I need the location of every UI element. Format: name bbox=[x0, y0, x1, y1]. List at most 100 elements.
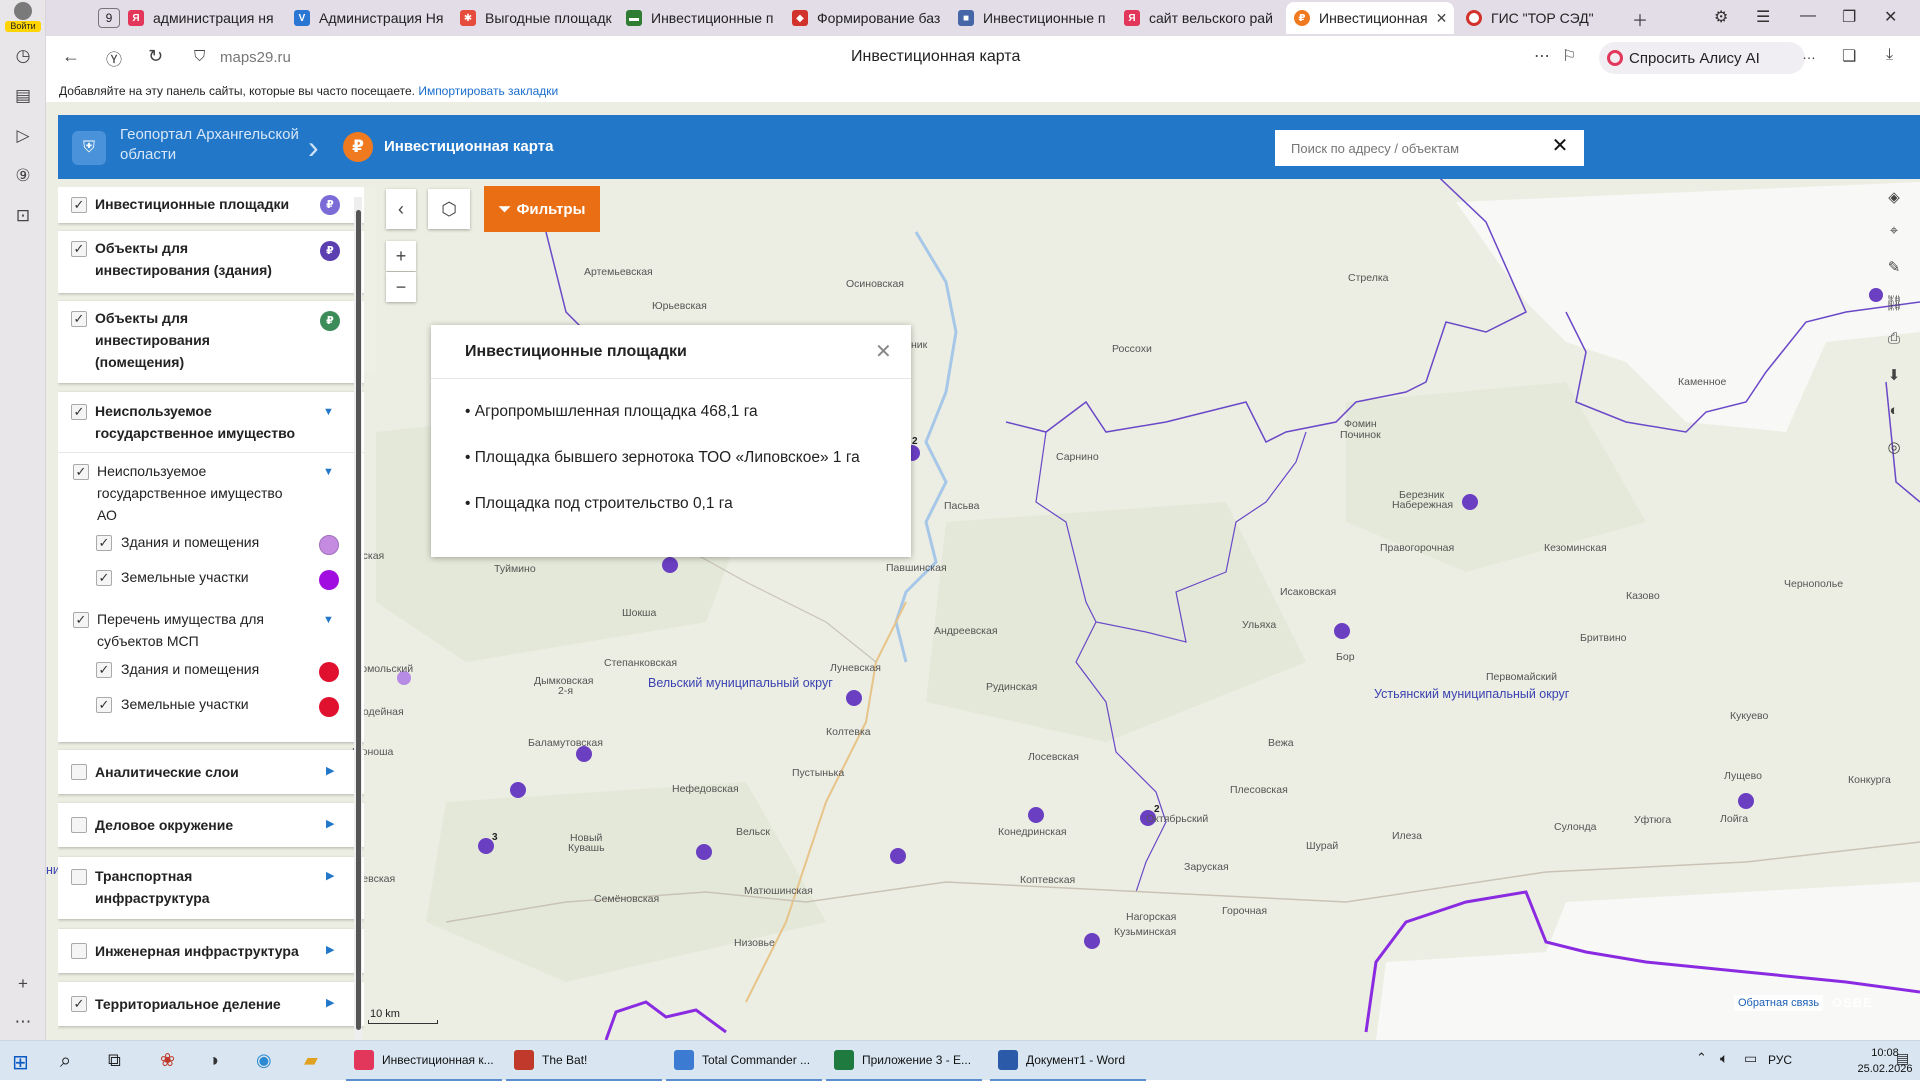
volume-icon[interactable]: 🔈︎ bbox=[1720, 1050, 1742, 1072]
collapse-panel-button[interactable]: ‹ bbox=[386, 189, 416, 229]
screenshot-icon[interactable]: ⊡ bbox=[11, 204, 35, 228]
layer-card[interactable]: ✓ Объекты для инвестирования (здания) ₽ bbox=[58, 231, 364, 293]
popup-item[interactable]: • Площадка под строительство 0,1 га bbox=[465, 495, 733, 513]
print-icon[interactable]: ⎙ bbox=[1884, 330, 1904, 350]
tab-7[interactable]: Ясайт вельского рай bbox=[1116, 2, 1280, 34]
tab-5[interactable]: ◆ Формирование баз bbox=[784, 2, 948, 34]
layer-card[interactable]: ✓ Территориальное деление ▶ bbox=[58, 982, 364, 1026]
layer-checkbox[interactable] bbox=[71, 943, 87, 959]
layer-card[interactable]: Транспортная инфраструктура ▶ bbox=[58, 857, 364, 919]
search-icon[interactable]: ⌕ bbox=[60, 1050, 82, 1072]
layer-card[interactable]: Аналитические слои ▶ bbox=[58, 750, 364, 794]
add-panel-icon[interactable]: + bbox=[11, 972, 35, 996]
layer-checkbox[interactable]: ✓ bbox=[71, 311, 87, 327]
app-icon[interactable]: ❀ bbox=[160, 1050, 182, 1072]
layer-card[interactable]: ✓ Объекты для инвестирования (помещения)… bbox=[58, 301, 364, 383]
task-view-icon[interactable]: ⧉ bbox=[108, 1050, 130, 1072]
tab-6[interactable]: ■ Инвестиционные п bbox=[950, 2, 1114, 34]
layer-checkbox[interactable]: ✓ bbox=[71, 404, 87, 420]
popup-item[interactable]: • Агропромышленная площадка 468,1 га bbox=[465, 403, 758, 421]
bookmark-icon[interactable]: ⚐ bbox=[1562, 46, 1576, 66]
windows-start-icon[interactable]: ⊞ bbox=[12, 1050, 34, 1074]
link-icon[interactable]: ⛓ bbox=[1884, 294, 1904, 314]
notifications-icon[interactable]: ▤ bbox=[1896, 1050, 1918, 1072]
chevron-right-icon[interactable]: ▶ bbox=[326, 943, 334, 956]
layer-checkbox[interactable] bbox=[71, 817, 87, 833]
layers-scroll-thumb[interactable] bbox=[356, 210, 361, 1030]
layers-icon[interactable]: ◈ bbox=[1884, 188, 1904, 208]
taskbar-app[interactable]: Total Commander ... bbox=[666, 1041, 822, 1081]
ruler-icon[interactable]: ✎ bbox=[1884, 258, 1904, 278]
chevron-up-icon[interactable]: ⌃ bbox=[1696, 1050, 1718, 1072]
ask-alice-button[interactable]: Спросить Алису AI bbox=[1599, 42, 1805, 74]
download-icon[interactable]: ⬇ bbox=[1884, 366, 1904, 386]
chevron-down-icon[interactable]: ▼ bbox=[323, 406, 334, 418]
taskbar-app[interactable]: Приложение 3 - E... bbox=[826, 1041, 982, 1081]
chevron-right-icon[interactable]: ▶ bbox=[326, 996, 334, 1009]
close-icon[interactable]: ✕ bbox=[875, 339, 892, 364]
chevron-down-icon[interactable]: ▼ bbox=[323, 614, 334, 626]
more-options-icon[interactable]: ⋯ bbox=[1534, 46, 1550, 66]
tab-8-active[interactable]: ₽ Инвестиционная ✕ bbox=[1286, 2, 1454, 34]
feedback-link[interactable]: Обратная связь bbox=[1734, 995, 1824, 1011]
search-input[interactable] bbox=[1275, 130, 1584, 166]
tab-count-button[interactable]: 9 bbox=[98, 8, 120, 28]
downloads-icon[interactable]: ⤓ bbox=[1886, 46, 1893, 64]
zoom-in-button[interactable]: + bbox=[386, 241, 416, 271]
filters-button[interactable]: ⏷ Фильтры bbox=[484, 186, 600, 232]
taskbar-app[interactable]: Документ1 - Word bbox=[990, 1041, 1146, 1081]
layer-card[interactable]: Деловое окружение ▶ bbox=[58, 803, 364, 847]
section-title[interactable]: Инвестиционная карта bbox=[384, 138, 553, 155]
location-pin-icon[interactable]: ⌖ bbox=[1884, 222, 1904, 242]
tabs-group-icon[interactable]: ⑨ bbox=[11, 164, 35, 188]
layer-checkbox[interactable]: ✓ bbox=[71, 241, 87, 257]
video-icon[interactable]: ▷ bbox=[11, 124, 35, 148]
geolocation-icon[interactable]: ◎ bbox=[1884, 438, 1904, 458]
popup-item[interactable]: • Площадка бывшего зернотока ТОО «Липовс… bbox=[465, 449, 860, 467]
new-tab-icon[interactable]: ＋ bbox=[1632, 7, 1648, 31]
browser-icon[interactable]: ◑ bbox=[208, 1050, 230, 1072]
notes-icon[interactable]: ▤ bbox=[11, 84, 35, 108]
layer-card[interactable]: ✓ Инвестиционные площадки ₽ bbox=[58, 187, 364, 223]
chevron-right-icon[interactable]: ▶ bbox=[326, 869, 334, 882]
layer-checkbox[interactable]: ✓ bbox=[73, 464, 89, 480]
language-indicator[interactable]: РУС bbox=[1768, 1053, 1792, 1067]
tab-9[interactable]: ГИС "ТОР СЭД" bbox=[1458, 2, 1658, 34]
layer-card[interactable]: Инженерная инфраструктура ▶ bbox=[58, 929, 364, 973]
layer-checkbox[interactable] bbox=[71, 764, 87, 780]
more-icon[interactable]: ⋯ bbox=[11, 1010, 35, 1034]
palette-icon[interactable]: ◐ bbox=[1884, 402, 1904, 422]
layer-checkbox[interactable]: ✓ bbox=[96, 697, 112, 713]
edge-icon[interactable]: ◉ bbox=[256, 1050, 278, 1072]
extensions-icon[interactable]: ⚙ bbox=[1714, 7, 1728, 27]
import-bookmarks-link[interactable]: Импортировать закладки bbox=[418, 84, 558, 98]
menu-icon[interactable]: ☰ bbox=[1756, 7, 1770, 27]
more-icon[interactable]: … bbox=[1802, 46, 1816, 62]
history-icon[interactable]: ◷ bbox=[11, 44, 35, 68]
portal-title[interactable]: Геопортал Архангельской области bbox=[120, 125, 320, 165]
close-window-icon[interactable]: ✕ bbox=[1884, 7, 1897, 27]
layer-checkbox[interactable]: ✓ bbox=[96, 535, 112, 551]
collections-icon[interactable]: ❏ bbox=[1842, 46, 1856, 66]
back-icon[interactable]: ← bbox=[62, 46, 80, 67]
close-tab-icon[interactable]: ✕ bbox=[1436, 10, 1448, 27]
chevron-right-icon[interactable]: ▶ bbox=[326, 764, 334, 777]
layer-checkbox[interactable]: ✓ bbox=[96, 662, 112, 678]
tab-3[interactable]: ✱ Выгодные площадк bbox=[452, 2, 616, 34]
zoom-out-button[interactable]: − bbox=[386, 272, 416, 302]
url-field[interactable]: maps29.ru bbox=[220, 49, 291, 66]
tab-2[interactable]: V Администрация Ня bbox=[286, 2, 450, 34]
taskbar-app[interactable]: Инвестиционная к... bbox=[346, 1041, 502, 1081]
layer-checkbox[interactable] bbox=[71, 869, 87, 885]
layer-checkbox[interactable]: ✓ bbox=[73, 612, 89, 628]
chevron-down-icon[interactable]: ▼ bbox=[323, 466, 334, 478]
layer-checkbox[interactable]: ✓ bbox=[71, 197, 87, 213]
login-button[interactable]: Войти bbox=[5, 2, 41, 34]
yandex-logo-icon[interactable]: Ⓨ bbox=[106, 46, 122, 70]
network-icon[interactable]: ▭ bbox=[1744, 1050, 1766, 1072]
chevron-right-icon[interactable]: ▶ bbox=[326, 817, 334, 830]
tab-4[interactable]: ▬ Инвестиционные п bbox=[618, 2, 782, 34]
maximize-icon[interactable]: ❐ bbox=[1842, 7, 1856, 27]
folder-icon[interactable]: ▰ bbox=[304, 1050, 326, 1072]
layer-checkbox[interactable]: ✓ bbox=[71, 996, 87, 1012]
